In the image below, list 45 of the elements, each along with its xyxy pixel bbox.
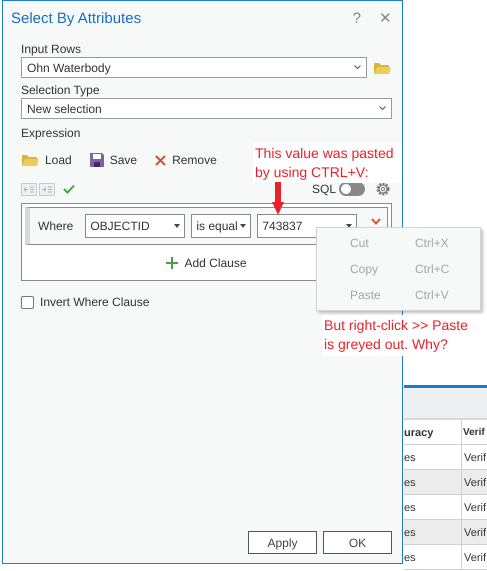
outdent-icon[interactable] [21,182,37,196]
arrow-drawing [272,182,284,215]
table-cell: Verif [461,545,487,569]
remove-button[interactable]: Remove [155,151,217,169]
field-label: Input Rows [21,42,82,57]
checkmark-icon[interactable] [63,184,75,194]
delete-clause-icon[interactable] [371,218,382,224]
load-button[interactable]: Load [21,151,72,169]
where-label: Where [38,218,74,235]
indent-icon[interactable] [39,182,55,196]
remove-icon [155,154,166,166]
column-header[interactable]: Verif [461,420,487,444]
table-cell: Verif [461,520,487,544]
column-header[interactable]: uracy [404,420,461,444]
table-cell-text: es [404,551,417,566]
section-label: Expression [21,126,82,141]
chevron-down-icon [379,106,386,111]
dropdown-field[interactable]: is equal [191,214,252,238]
settings-icon[interactable] [375,181,391,197]
folder-icon [21,153,39,167]
table-cell-text: es [404,476,417,491]
dropdown-field[interactable]: Ohn Waterbody [21,57,367,78]
dropdown-field[interactable]: New selection [21,98,392,119]
field-label: Selection Type [21,83,100,98]
ok-button[interactable]: OK [323,531,392,554]
folder-icon[interactable] [373,60,391,74]
table-cell: Verif [461,445,487,469]
sql-label: SQL [312,181,336,198]
add-clause-button[interactable]: Add Clause [160,253,253,273]
table-cell-text: es [404,526,417,541]
save-button[interactable]: Save [90,151,138,169]
apply-button[interactable]: Apply [248,531,317,554]
sql-toggle[interactable] [339,182,365,196]
table-cell: Verif [461,495,487,519]
table-cell: Verif [461,470,487,494]
dropdown-arrow-icon [346,224,352,228]
dropdown-arrow-icon [240,224,246,228]
table-cell-text: es [404,451,417,466]
window-title: Select By Attributes [11,8,142,29]
chevron-down-icon [354,65,361,70]
table-cell-text: es [404,501,417,516]
plus-icon [166,257,178,269]
dropdown-arrow-icon [174,224,180,228]
dropdown-field[interactable]: OBJECTID [85,214,186,238]
annotation-text: This value was pasted by using CTRL+V: [253,143,401,183]
